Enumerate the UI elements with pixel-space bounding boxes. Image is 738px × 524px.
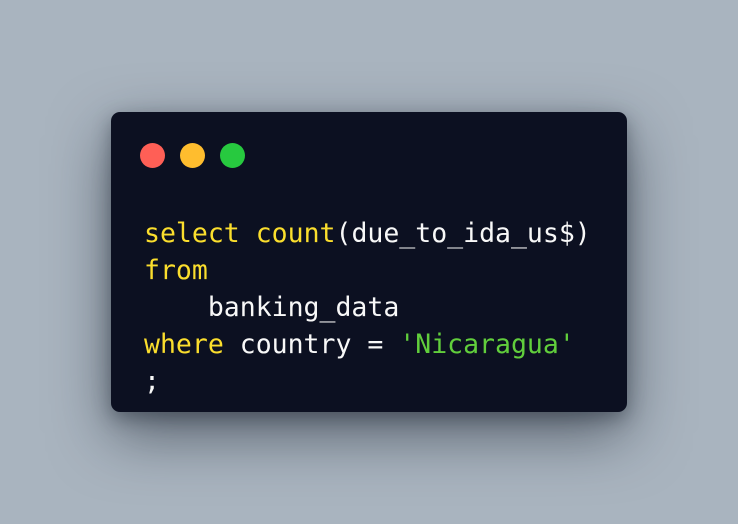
code-line-2: from <box>144 255 208 286</box>
code-line-5: ; <box>144 366 160 397</box>
close-dot-icon[interactable] <box>140 143 165 168</box>
statement-terminator: ; <box>144 366 160 397</box>
condition-column: country = <box>223 329 400 360</box>
keyword-from: from <box>144 255 208 286</box>
code-line-3: banking_data <box>144 292 399 323</box>
string-literal: 'Nicaragua' <box>399 329 575 360</box>
minimize-dot-icon[interactable] <box>180 143 205 168</box>
code-line-1: select count(due_to_ida_us$) <box>144 218 591 249</box>
window-controls <box>140 143 245 168</box>
table-name: banking_data <box>207 292 400 323</box>
code-window: select count(due_to_ida_us$) from bankin… <box>111 112 627 412</box>
keyword-select: select <box>144 218 240 249</box>
code-line-4: where country = 'Nicaragua' <box>144 329 575 360</box>
function-count: count <box>255 218 336 249</box>
maximize-dot-icon[interactable] <box>220 143 245 168</box>
code-block: select count(due_to_ida_us$) from bankin… <box>144 215 591 400</box>
keyword-where: where <box>144 329 224 360</box>
function-argument: (due_to_ida_us$) <box>335 218 591 249</box>
